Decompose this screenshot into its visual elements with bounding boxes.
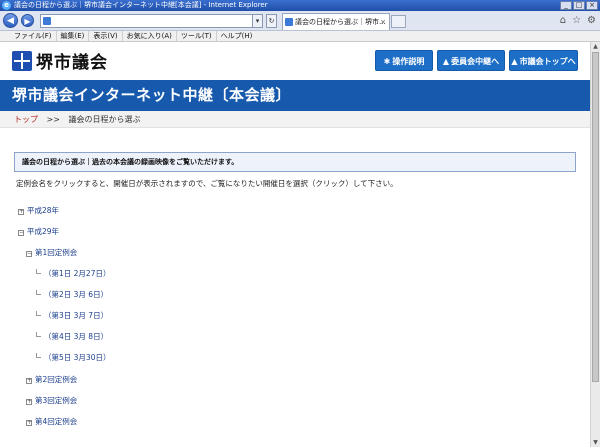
council-top-button[interactable]: ▲ 市議会トップへ [509, 50, 578, 71]
maximize-button[interactable]: □ [573, 1, 585, 10]
scroll-up-icon[interactable]: ▲ [591, 42, 600, 51]
expand-plus-icon[interactable]: + [26, 399, 32, 405]
committee-button[interactable]: ▲ 委員会中継へ [437, 50, 505, 71]
menu-help[interactable]: ヘルプ(H) [215, 31, 257, 41]
arrow-up-icon: ▲ [511, 57, 518, 66]
breadcrumb: トップ >> 議会の日程から選ぶ [0, 111, 590, 128]
collapse-minus-icon[interactable]: − [26, 251, 32, 257]
breadcrumb-current: 議会の日程から選ぶ [68, 115, 141, 124]
refresh-icon[interactable]: ↻ [266, 14, 277, 28]
instructions-text: 定例会名をクリックすると、開催日が表示されますので、ご覧になりたい開催日を選択（… [16, 179, 398, 188]
tree-day-label[interactable]: （第1日 2月27日） [44, 269, 110, 278]
new-tab-button[interactable] [391, 15, 406, 28]
tree-session-2-label[interactable]: 第2回定例会 [35, 375, 77, 384]
tree-elbow-icon [36, 290, 41, 295]
logo-text: 堺市議会 [36, 53, 108, 73]
menu-view[interactable]: 表示(V) [88, 31, 121, 41]
tree-elbow-icon [36, 269, 41, 274]
tree-session-1[interactable]: − 第1回定例会 [26, 248, 77, 258]
tree-elbow-icon [36, 311, 41, 316]
tree-day-link[interactable]: （第5日 3月30日） [36, 353, 110, 363]
manual-button[interactable]: ✱ 操作説明 [375, 50, 433, 71]
site-header: 堺市議会 ✱ 操作説明 ▲ 委員会中継へ ▲ 市議会トップへ [0, 42, 590, 80]
gear-icon: ✱ [383, 57, 391, 66]
collapse-minus-icon[interactable]: − [18, 230, 24, 236]
council-top-button-label: 市議会トップへ [519, 57, 576, 66]
tree-day-link[interactable]: （第2日 3月 6日） [36, 290, 108, 300]
close-tab-icon[interactable]: × [380, 14, 386, 30]
close-window-button[interactable]: × [586, 1, 598, 10]
notice-box: 議会の日程から選ぶ｜過去の本会議の録画映像をご覧いただけます。 [14, 152, 576, 172]
back-button[interactable]: ◀ [3, 13, 18, 28]
tree-year-2017[interactable]: − 平成29年 [18, 227, 59, 237]
address-dropdown-icon[interactable]: ▾ [252, 14, 263, 28]
tree-session-4[interactable]: + 第4回定例会 [26, 417, 77, 427]
settings-gear-icon[interactable]: ⚙ [587, 15, 596, 26]
browser-tab[interactable]: 議会の日程から選ぶ｜堺市... × [282, 13, 390, 30]
browser-tool-icons: ⌂ ☆ ⚙ [560, 15, 596, 26]
breadcrumb-separator: >> [46, 115, 60, 124]
arrow-up-icon: ▲ [442, 57, 450, 66]
banner-title: 堺市議会インターネット中継〔本会議〕 [12, 86, 292, 104]
expand-plus-icon[interactable]: + [26, 378, 32, 384]
tree-day-link[interactable]: （第3日 3月 7日） [36, 311, 108, 321]
expand-plus-icon[interactable]: + [26, 420, 32, 426]
ie-logo-icon: e [2, 1, 11, 10]
tree-elbow-icon [36, 353, 41, 358]
menu-tools[interactable]: ツール(T) [175, 31, 216, 41]
tree-day-link[interactable]: （第1日 2月27日） [36, 269, 110, 279]
address-bar-row: ◀ ▶ ▾ ↻ 議会の日程から選ぶ｜堺市... × ⌂ ☆ ⚙ [0, 11, 600, 31]
notice-text: 議会の日程から選ぶ｜過去の本会議の録画映像をご覧いただけます。 [22, 158, 239, 166]
menu-file[interactable]: ファイル(F) [10, 31, 56, 41]
tree-session-3-label[interactable]: 第3回定例会 [35, 396, 77, 405]
tree-day-label[interactable]: （第3日 3月 7日） [44, 311, 108, 320]
menu-favorites[interactable]: お気に入り(A) [121, 31, 176, 41]
tree-session-1-label[interactable]: 第1回定例会 [35, 248, 77, 257]
tree-day-label[interactable]: （第2日 3月 6日） [44, 290, 108, 299]
minimize-button[interactable]: _ [560, 1, 572, 10]
window-titlebar: e 議会の日程から選ぶ｜堺市議会インターネット中継[本会議] - Interne… [0, 0, 600, 11]
page-viewport: 堺市議会 ✱ 操作説明 ▲ 委員会中継へ ▲ 市議会トップへ 堺市議会インターネット中… [0, 42, 590, 447]
breadcrumb-home-link[interactable]: トップ [14, 115, 38, 124]
menu-bar: ファイル(F) 編集(E) 表示(V) お気に入り(A) ツール(T) ヘルプ(… [0, 31, 600, 42]
address-input[interactable] [40, 14, 262, 28]
tree-year-2017-label[interactable]: 平成29年 [27, 227, 59, 236]
sakai-emblem-icon [12, 50, 32, 71]
tab-label: 議会の日程から選ぶ｜堺市... [295, 18, 386, 26]
menu-edit[interactable]: 編集(E) [55, 31, 89, 41]
committee-button-label: 委員会中継へ [451, 57, 500, 66]
tree-day-label[interactable]: （第4日 3月 8日） [44, 332, 108, 341]
forward-button[interactable]: ▶ [21, 14, 34, 27]
window-title: 議会の日程から選ぶ｜堺市議会インターネット中継[本会議] - Internet … [14, 1, 268, 9]
window-controls: _ □ × [560, 1, 598, 10]
scrollbar-thumb[interactable] [592, 52, 599, 382]
tab-page-icon [285, 18, 293, 26]
home-icon[interactable]: ⌂ [560, 15, 566, 26]
tree-session-4-label[interactable]: 第4回定例会 [35, 417, 77, 426]
page-banner: 堺市議会インターネット中継〔本会議〕 [0, 80, 590, 111]
tree-session-3[interactable]: + 第3回定例会 [26, 396, 77, 406]
manual-button-label: 操作説明 [392, 57, 425, 66]
site-logo[interactable]: 堺市議会 [12, 48, 108, 73]
tree-year-2016-label[interactable]: 平成28年 [27, 206, 59, 215]
tree-day-label[interactable]: （第5日 3月30日） [44, 353, 110, 362]
vertical-scrollbar[interactable]: ▲ ▼ [590, 42, 600, 447]
page-icon [43, 17, 51, 25]
tree-year-2016[interactable]: + 平成28年 [18, 206, 59, 216]
tree-day-link[interactable]: （第4日 3月 8日） [36, 332, 108, 342]
favorites-star-icon[interactable]: ☆ [572, 15, 581, 26]
expand-plus-icon[interactable]: + [18, 209, 24, 215]
tree-session-2[interactable]: + 第2回定例会 [26, 375, 77, 385]
scroll-down-icon[interactable]: ▼ [591, 438, 600, 447]
tree-elbow-icon [36, 332, 41, 337]
